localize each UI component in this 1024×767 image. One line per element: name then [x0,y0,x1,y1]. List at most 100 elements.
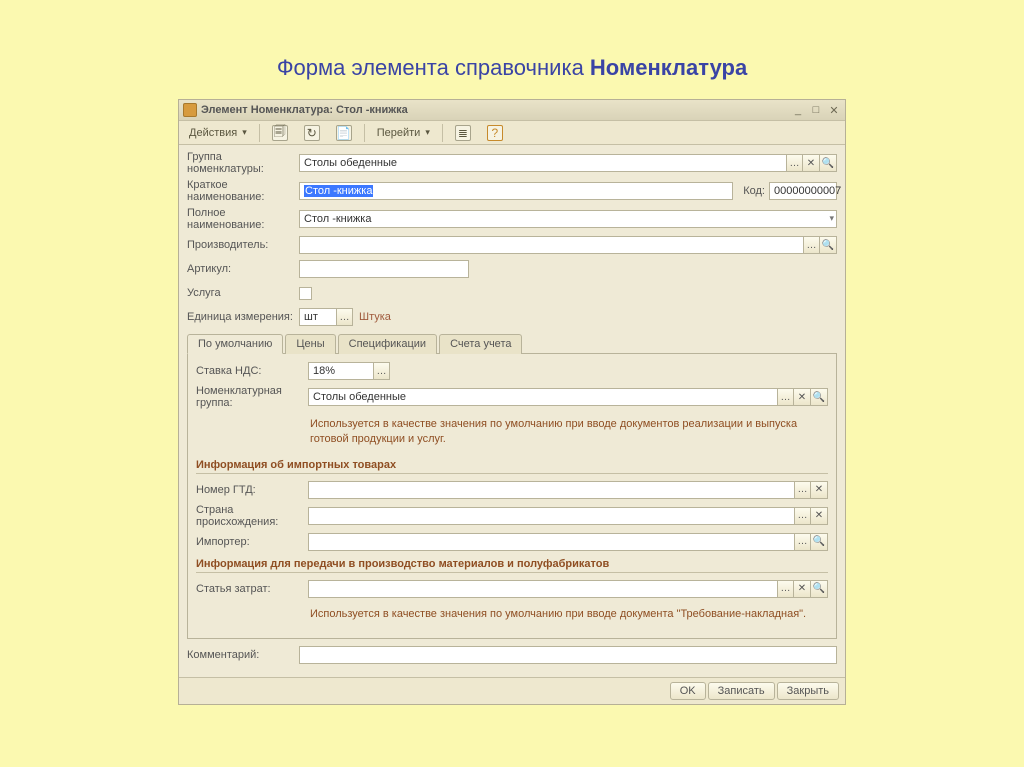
input-nomgroup[interactable]: Столы обеденные [308,388,778,406]
label-nomgroup: Номенклатурная группа: [196,385,308,409]
label-code: Код: [743,185,765,197]
label-article: Артикул: [187,263,299,275]
help-cost: Используется в качестве значения по умол… [308,603,828,628]
refresh-icon-button[interactable]: ↻ [298,123,326,142]
row-country: Страна происхождения: … ✕ [196,504,828,528]
label-country: Страна происхождения: [196,504,308,528]
ellipsis-button[interactable]: … [336,308,353,326]
row-full-name: Полное наименование: Стол -книжка▾ [187,207,837,231]
label-service: Услуга [187,287,299,299]
row-unit: Единица измерения: шт … Штука [187,307,837,327]
row-manufacturer: Производитель: … 🔍 [187,235,837,255]
section-import: Информация об импортных товарах [196,459,828,474]
ellipsis-button[interactable]: … [794,507,811,525]
ok-button[interactable]: OK [670,682,706,700]
toolbar-separator [259,124,260,142]
clear-button[interactable]: ✕ [794,388,811,406]
label-vat: Ставка НДС: [196,365,308,377]
label-short-name: Краткое наименование: [187,179,299,203]
row-vat: Ставка НДС: 18% … [196,361,828,381]
label-full-name: Полное наименование: [187,207,299,231]
label-comment: Комментарий: [187,649,299,661]
lookup-button[interactable]: 🔍 [820,236,837,254]
input-cost-item[interactable] [308,580,778,598]
refresh-icon: ↻ [304,125,320,141]
actions-menu[interactable]: Действия [183,123,253,142]
input-manufacturer[interactable] [299,236,804,254]
input-vat[interactable]: 18% [308,362,374,380]
row-group: Группа номенклатуры: Столы обеденные … ✕… [187,151,837,175]
help-icon-button[interactable]: ? [481,123,509,142]
input-code[interactable]: 00000000007 [769,182,837,200]
input-importer[interactable] [308,533,795,551]
clear-button[interactable]: ✕ [794,580,811,598]
list-icon-button[interactable]: ≣ [449,123,477,142]
ellipsis-button[interactable]: … [786,154,803,172]
form-window: Элемент Номенклатура: Стол -книжка _ □ ✕… [178,99,846,705]
tab-specifications[interactable]: Спецификации [338,334,437,354]
clear-button[interactable]: ✕ [811,481,828,499]
form-body: Группа номенклатуры: Столы обеденные … ✕… [179,145,845,677]
lookup-button[interactable]: 🔍 [811,388,828,406]
form-icon [183,103,197,117]
save-icon: 🗐 [272,125,288,141]
tab-body: Ставка НДС: 18% … Номенклатурная группа:… [187,354,837,639]
copy-icon: 📄 [336,125,352,141]
minimize-button[interactable]: _ [791,104,805,116]
close-button[interactable]: Закрыть [777,682,839,700]
clear-button[interactable]: ✕ [811,507,828,525]
ellipsis-button[interactable]: … [373,362,390,380]
tabs: По умолчанию Цены Спецификации Счета уче… [187,333,837,354]
chevron-down-icon[interactable]: ▾ [829,213,834,224]
ellipsis-button[interactable]: … [803,236,820,254]
tab-accounts[interactable]: Счета учета [439,334,522,354]
label-group: Группа номенклатуры: [187,151,299,175]
checkbox-service[interactable] [299,287,312,300]
row-importer: Импортер: … 🔍 [196,532,828,552]
goto-menu[interactable]: Перейти [371,123,436,142]
unit-hint: Штука [359,311,391,323]
titlebar: Элемент Номенклатура: Стол -книжка _ □ ✕ [179,100,845,121]
row-short-name: Краткое наименование: Стол -книжка Код: … [187,179,837,203]
lookup-button[interactable]: 🔍 [820,154,837,172]
row-nomgroup: Номенклатурная группа: Столы обеденные …… [196,385,828,409]
row-gtd: Номер ГТД: … ✕ [196,480,828,500]
input-article[interactable] [299,260,469,278]
label-cost-item: Статья затрат: [196,583,308,595]
help-nomgroup: Используется в качестве значения по умол… [308,413,828,453]
row-comment: Комментарий: [187,645,837,665]
maximize-button[interactable]: □ [809,104,823,116]
input-unit[interactable]: шт [299,308,337,326]
close-window-button[interactable]: ✕ [827,104,841,117]
input-short-name[interactable]: Стол -книжка [299,182,733,200]
window-title: Элемент Номенклатура: Стол -книжка [201,104,787,116]
ellipsis-button[interactable]: … [777,580,794,598]
lookup-button[interactable]: 🔍 [811,580,828,598]
tab-default[interactable]: По умолчанию [187,334,283,354]
save-icon-button[interactable]: 🗐 [266,123,294,142]
toolbar: Действия 🗐 ↻ 📄 Перейти ≣ ? [179,121,845,145]
row-cost-item: Статья затрат: … ✕ 🔍 [196,579,828,599]
tab-prices[interactable]: Цены [285,334,335,354]
input-gtd[interactable] [308,481,795,499]
label-unit: Единица измерения: [187,311,299,323]
row-service: Услуга [187,283,837,303]
lookup-button[interactable]: 🔍 [811,533,828,551]
input-comment[interactable] [299,646,837,664]
label-importer: Импортер: [196,536,308,548]
copy-icon-button[interactable]: 📄 [330,123,358,142]
clear-button[interactable]: ✕ [803,154,820,172]
label-gtd: Номер ГТД: [196,484,308,496]
label-manufacturer: Производитель: [187,239,299,251]
save-button[interactable]: Записать [708,682,775,700]
ellipsis-button[interactable]: … [794,533,811,551]
page-heading: Форма элемента справочника Номенклатура [0,0,1024,99]
input-group[interactable]: Столы обеденные [299,154,787,172]
input-country[interactable] [308,507,795,525]
bottom-bar: OK Записать Закрыть [179,677,845,704]
ellipsis-button[interactable]: … [777,388,794,406]
ellipsis-button[interactable]: … [794,481,811,499]
toolbar-separator [442,124,443,142]
input-full-name[interactable]: Стол -книжка▾ [299,210,837,228]
section-production: Информация для передачи в производство м… [196,558,828,573]
